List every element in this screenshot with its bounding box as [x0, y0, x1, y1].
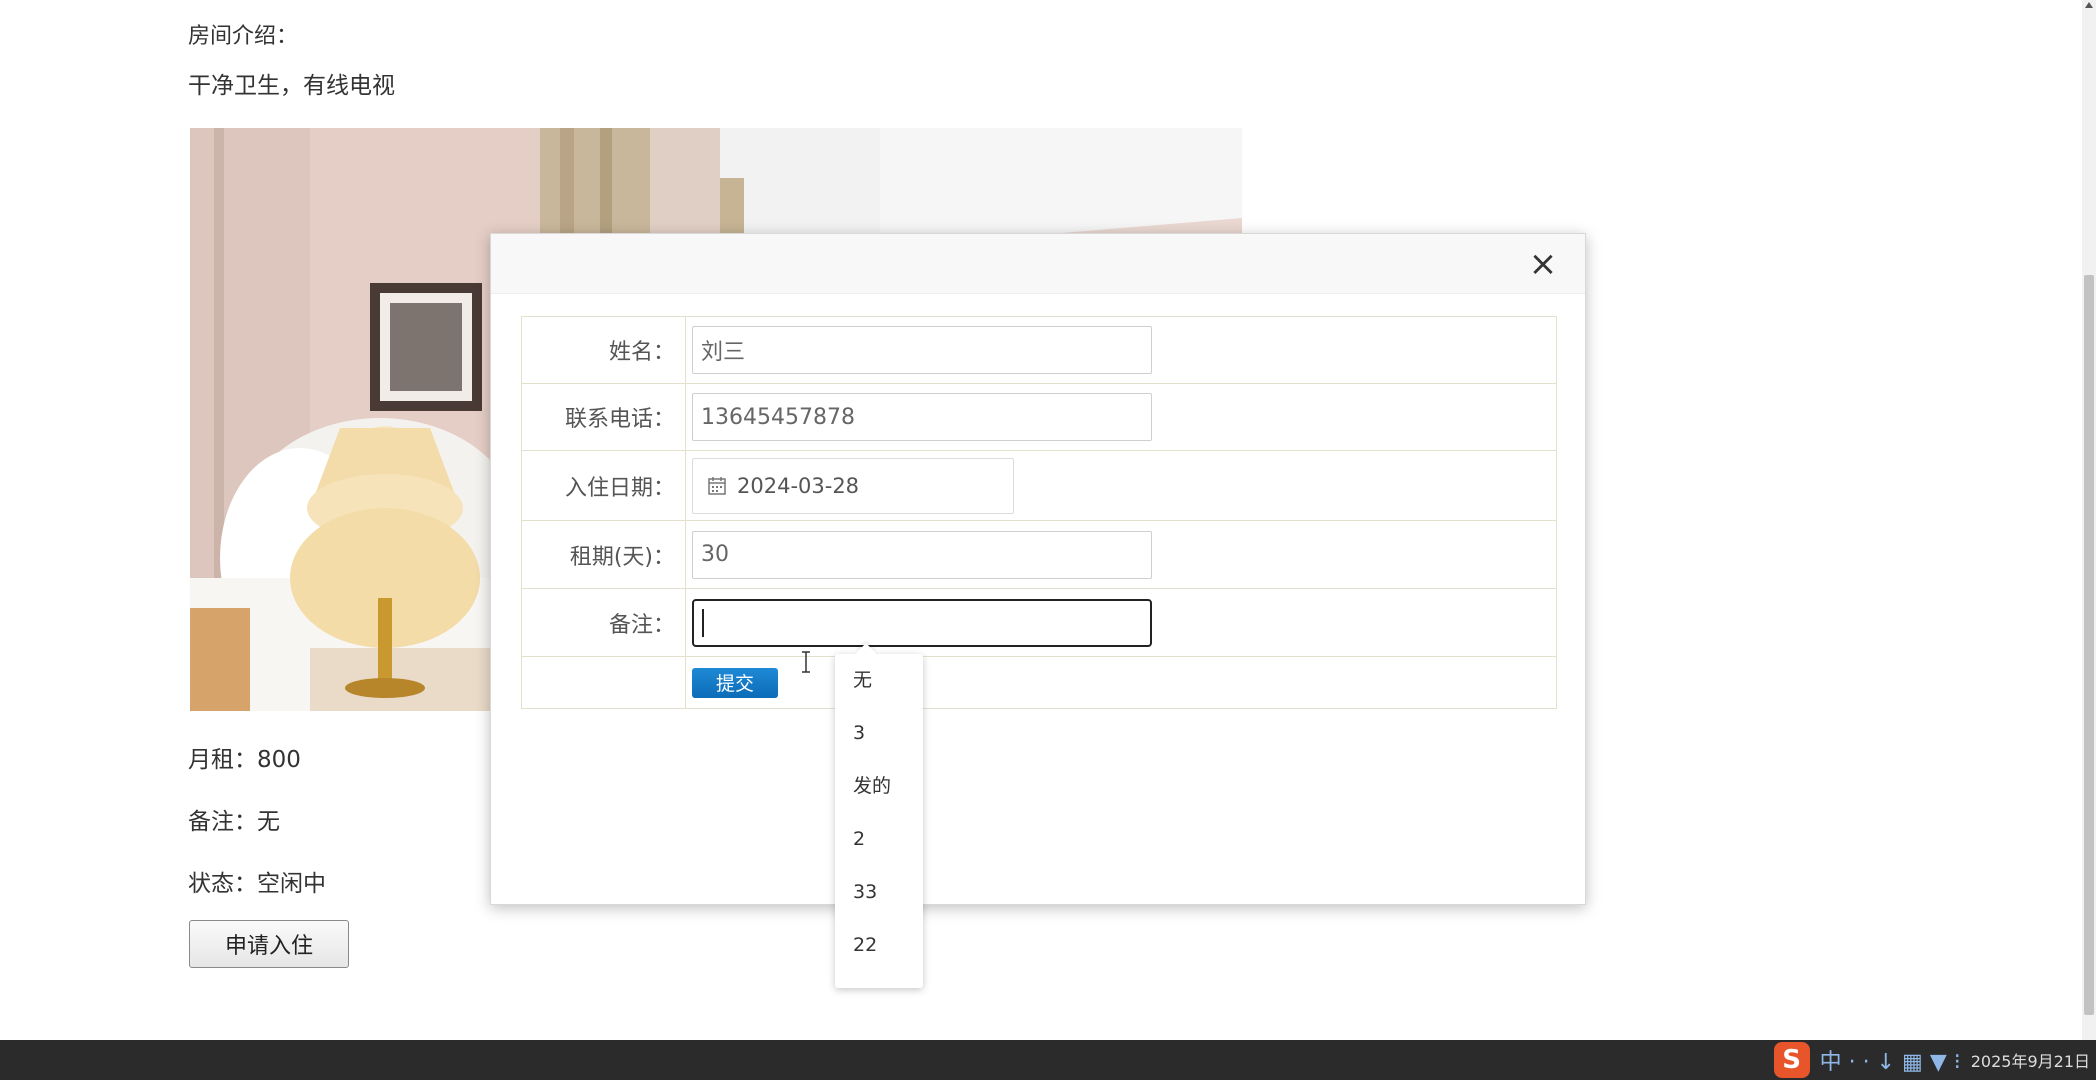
remark-label: 备注：: [521, 588, 686, 657]
autocomplete-option[interactable]: 3: [835, 707, 923, 760]
form-row-name: 姓名：: [521, 316, 1557, 384]
phone-input[interactable]: [692, 393, 1152, 441]
form-row-checkin-date: 入住日期： 2024-03-28: [521, 450, 1557, 521]
apply-checkin-button[interactable]: 申请入住: [189, 920, 349, 968]
sogou-ime-icon[interactable]: S: [1773, 1042, 1810, 1078]
dialog-header: ×: [491, 234, 1585, 294]
room-remark: 备注：无: [188, 809, 280, 835]
form-row-phone: 联系电话：: [521, 383, 1557, 451]
taskbar: S 中 · · ↓ ▦ ▼ ⁝ 2025年9月21日: [0, 1040, 2096, 1080]
checkin-date-label: 入住日期：: [521, 450, 686, 521]
autocomplete-option[interactable]: 22: [835, 919, 923, 972]
room-intro-text: 干净卫生，有线电视: [188, 73, 395, 99]
text-cursor-icon: [802, 651, 810, 673]
remark-input[interactable]: [692, 598, 1152, 647]
page-scrollbar[interactable]: [2082, 0, 2096, 1040]
form-row-lease: 租期(天)：: [521, 520, 1557, 589]
form-row-submit: 提交: [521, 656, 1557, 709]
page: 房间介绍： 干净卫生，有线电视 月租：800 备注：无 状态：空闲中 申请入住 …: [0, 0, 2096, 1080]
checkin-form: 姓名： 联系电话： 入住日期：: [521, 316, 1557, 709]
close-icon[interactable]: ×: [1523, 244, 1563, 284]
monthly-rent: 月租：800: [188, 747, 301, 773]
autocomplete-option[interactable]: 无: [835, 654, 923, 707]
phone-label: 联系电话：: [521, 383, 686, 451]
room-intro-label: 房间介绍：: [188, 24, 299, 49]
remark-autocomplete-list: 无 3 发的 2 33 22: [835, 654, 923, 988]
autocomplete-option[interactable]: 33: [835, 866, 923, 919]
name-input[interactable]: [692, 326, 1152, 374]
autocomplete-option[interactable]: 发的: [835, 760, 923, 813]
tray-icons[interactable]: 中 · · ↓ ▦ ▼ ⁝: [1820, 1044, 1961, 1076]
form-row-remark: 备注：: [521, 588, 1557, 657]
lease-days-input[interactable]: [692, 530, 1152, 579]
room-status: 状态：空闲中: [188, 871, 326, 897]
checkin-dialog: × 姓名： 联系电话： 入住日期：: [490, 233, 1586, 905]
lease-days-label: 租期(天)：: [521, 520, 686, 589]
text-caret: [702, 609, 704, 637]
submit-button[interactable]: 提交: [692, 667, 778, 698]
name-label: 姓名：: [521, 316, 686, 384]
scroll-up-arrow-icon[interactable]: [2085, 2, 2093, 8]
checkin-date-input[interactable]: 2024-03-28: [692, 457, 1014, 514]
system-tray: S 中 · · ↓ ▦ ▼ ⁝ 2025年9月21日: [1773, 1040, 2096, 1080]
calendar-icon: [708, 476, 726, 495]
scrollbar-thumb[interactable]: [2084, 275, 2094, 1015]
tray-date[interactable]: 2025年9月21日: [1971, 1048, 2090, 1072]
autocomplete-option[interactable]: 2: [835, 813, 923, 866]
checkin-date-value: 2024-03-28: [737, 473, 860, 498]
